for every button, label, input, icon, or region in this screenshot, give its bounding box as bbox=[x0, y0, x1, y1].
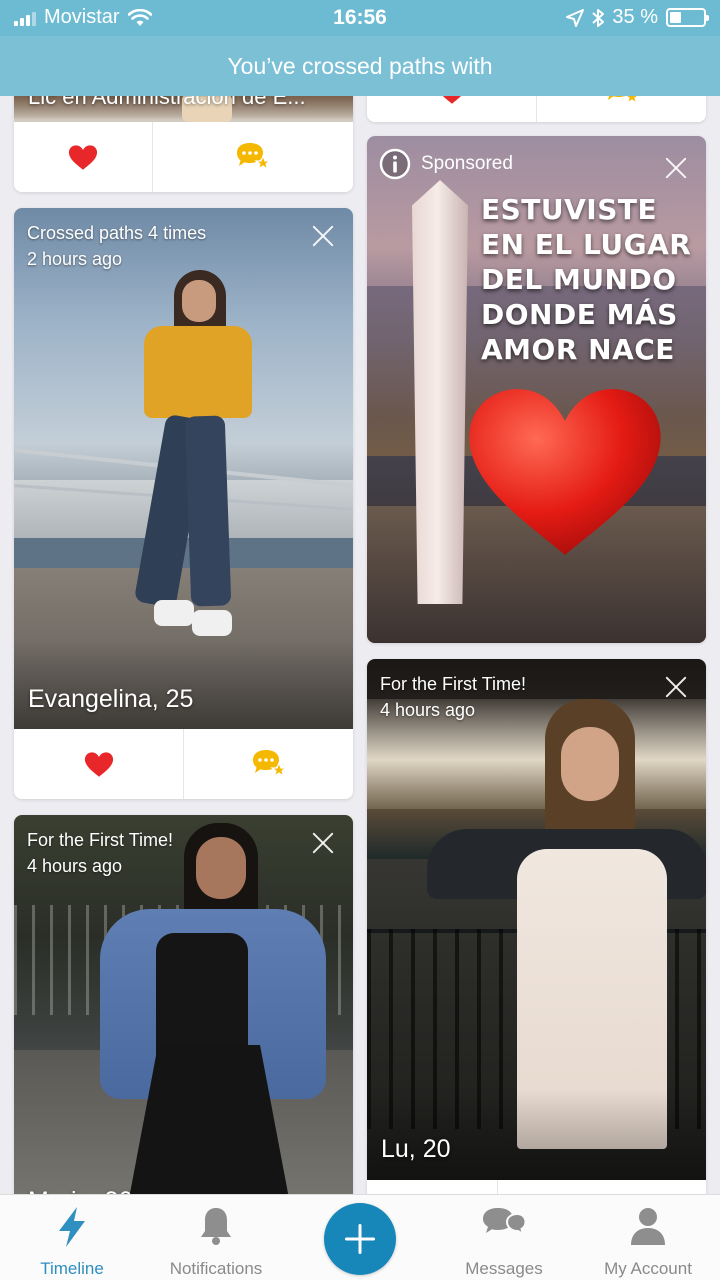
tab-label: Messages bbox=[465, 1259, 543, 1278]
tab-label: My Account bbox=[604, 1259, 692, 1278]
close-icon[interactable] bbox=[309, 829, 337, 857]
crossed-paths-info: Crossed paths 4 times 2 hours ago bbox=[27, 220, 206, 272]
status-right: 35 % bbox=[566, 6, 709, 29]
chat-star-icon bbox=[236, 143, 272, 171]
time-ago: 4 hours ago bbox=[380, 700, 476, 720]
profile-name-age: Evangelina, 25 bbox=[28, 685, 194, 713]
profile-photo[interactable]: For the First Time! 4 hours ago Lu, 20 bbox=[367, 659, 706, 1180]
time-ago: 4 hours ago bbox=[27, 856, 123, 876]
heart-icon bbox=[68, 144, 98, 170]
profile-actions bbox=[14, 122, 353, 192]
time-ago: 2 hours ago bbox=[27, 249, 123, 269]
like-button[interactable] bbox=[14, 729, 184, 799]
profile-photo[interactable]: Crossed paths 4 times 2 hours ago Evange… bbox=[14, 208, 353, 729]
profile-photo[interactable]: For the First Time! 4 hours ago Maria, 2… bbox=[14, 815, 353, 1219]
tab-timeline[interactable]: Timeline bbox=[0, 1195, 144, 1280]
profile-card[interactable]: Crossed paths 4 times 2 hours ago Evange… bbox=[14, 208, 353, 799]
heart-icon bbox=[84, 751, 113, 777]
tab-label: Timeline bbox=[40, 1259, 104, 1278]
ad-image[interactable]: ESTUVISTE EN EL LUGAR DEL MUNDO DONDE MÁ… bbox=[367, 136, 706, 643]
meet-status: Crossed paths 4 times bbox=[27, 223, 207, 243]
sponsored-label-row: Sponsored bbox=[379, 148, 513, 180]
tab-my-account[interactable]: My Account bbox=[576, 1195, 720, 1280]
close-icon[interactable] bbox=[662, 154, 690, 182]
bell-icon bbox=[201, 1208, 231, 1245]
heart-graphic bbox=[469, 389, 661, 555]
person-icon bbox=[631, 1208, 665, 1245]
profile-actions bbox=[14, 729, 353, 799]
add-button[interactable] bbox=[324, 1203, 396, 1275]
crossed-paths-info: For the First Time! 4 hours ago bbox=[27, 827, 173, 879]
message-button[interactable] bbox=[153, 122, 353, 192]
tab-messages[interactable]: Messages bbox=[432, 1195, 576, 1280]
close-icon[interactable] bbox=[309, 222, 337, 250]
page-header: You’ve crossed paths with bbox=[0, 36, 720, 96]
status-bar: Movistar 16:56 35 % bbox=[0, 0, 720, 36]
lightning-icon bbox=[59, 1207, 85, 1247]
meet-status: For the First Time! bbox=[27, 830, 174, 850]
profile-card[interactable]: For the First Time! 4 hours ago Lu, 20 bbox=[367, 659, 706, 1219]
sponsored-ad-card[interactable]: ESTUVISTE EN EL LUGAR DEL MUNDO DONDE MÁ… bbox=[367, 136, 706, 643]
chat-bubbles-icon bbox=[483, 1208, 527, 1237]
tab-label: Notifications bbox=[169, 1259, 263, 1278]
close-icon[interactable] bbox=[662, 673, 690, 701]
location-arrow-icon bbox=[566, 8, 585, 27]
sponsored-label: Sponsored bbox=[421, 153, 513, 174]
profile-card[interactable]: For the First Time! 4 hours ago Maria, 2… bbox=[14, 815, 353, 1219]
tab-notifications[interactable]: Notifications bbox=[144, 1195, 288, 1280]
profile-name-age: Lu, 20 bbox=[381, 1135, 451, 1163]
plus-icon bbox=[345, 1224, 375, 1254]
battery-percent: 35 % bbox=[612, 6, 658, 28]
battery-icon bbox=[666, 8, 709, 27]
message-button[interactable] bbox=[184, 729, 353, 799]
chat-star-icon bbox=[252, 750, 288, 778]
like-button[interactable] bbox=[14, 122, 153, 192]
crossed-paths-info: For the First Time! 4 hours ago bbox=[380, 671, 526, 723]
bluetooth-icon bbox=[592, 8, 605, 27]
ad-headline: ESTUVISTE EN EL LUGAR DEL MUNDO DONDE MÁ… bbox=[481, 193, 692, 366]
meet-status: For the First Time! bbox=[380, 674, 527, 694]
info-icon[interactable] bbox=[379, 148, 411, 180]
